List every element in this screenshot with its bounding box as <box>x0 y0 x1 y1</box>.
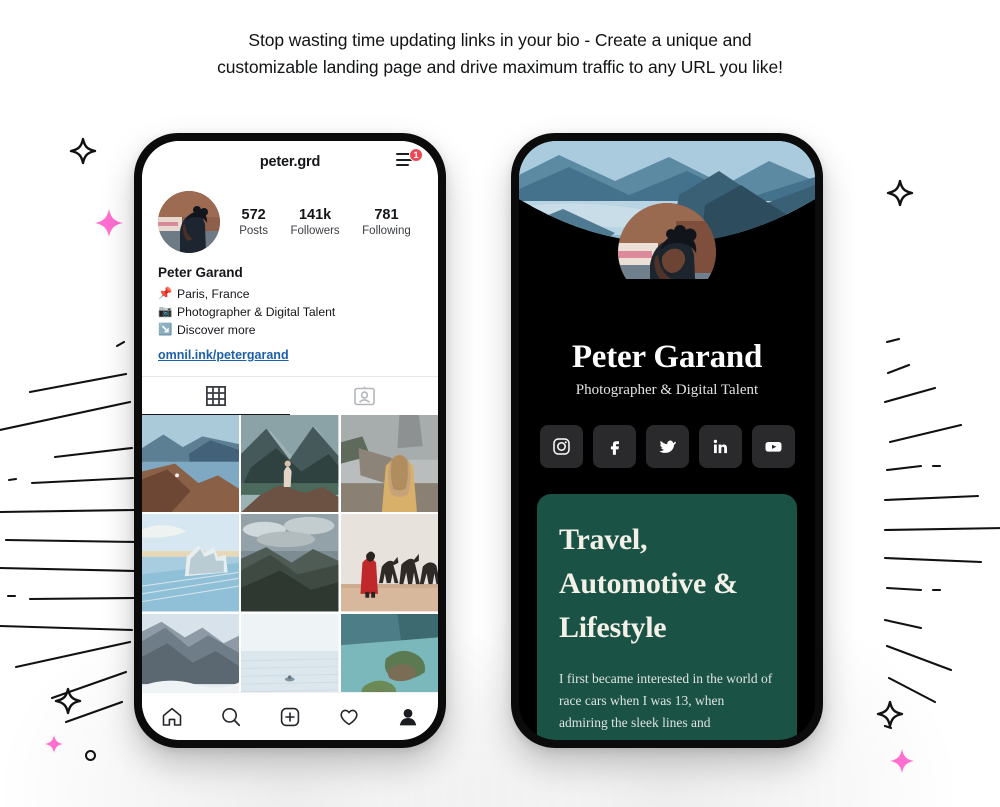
twitter-icon <box>659 440 676 453</box>
grid-photo[interactable] <box>241 514 339 612</box>
bio-line-role: 📷 Photographer & Digital Talent <box>158 303 422 321</box>
instagram-icon <box>552 438 570 455</box>
card-body: I first became interested in the world o… <box>559 671 773 730</box>
bio-line-location-text: Paris, France <box>177 287 250 301</box>
instagram-photo-grid <box>142 415 438 712</box>
bio-link[interactable]: omnil.ink/petergarand <box>158 348 422 362</box>
stat-following[interactable]: 781 Following <box>362 207 411 237</box>
bio-line-role-text: Photographer & Digital Talent <box>177 305 336 319</box>
notification-badge: 1 <box>409 148 423 162</box>
page-root: Stop wasting time updating links in your… <box>0 0 1000 807</box>
stat-following-label: Following <box>362 225 411 237</box>
social-link-instagram[interactable] <box>539 425 583 468</box>
hamburger-menu-icon[interactable]: 1 <box>396 148 423 173</box>
social-link-youtube[interactable] <box>751 425 795 468</box>
stat-posts[interactable]: 572 Posts <box>239 207 268 237</box>
activity-heart-icon[interactable] <box>338 706 360 728</box>
linkedin-icon <box>713 439 727 454</box>
sunburst-lines-right <box>883 337 1000 730</box>
grid-photo[interactable] <box>142 415 240 513</box>
profile-stats: 572 Posts 141k Followers 781 Following <box>220 207 422 237</box>
stat-posts-label: Posts <box>239 225 268 237</box>
bio-line-cta: ↘️ Discover more <box>158 321 422 339</box>
instagram-phone-mockup: peter.grd 1 572 Posts 141k Followers 781… <box>134 133 446 748</box>
grid-photo[interactable] <box>142 514 240 612</box>
stat-followers-label: Followers <box>290 225 340 237</box>
profile-name: Peter Garand <box>158 265 243 280</box>
hero-banner <box>519 141 815 279</box>
circle-outline-left <box>85 750 96 761</box>
page-headline: Stop wasting time updating links in your… <box>0 27 1000 81</box>
content-card[interactable]: Travel, Automotive & Lifestyle I first b… <box>537 494 797 740</box>
avatar[interactable] <box>618 203 716 279</box>
social-links-row <box>519 425 815 468</box>
card-heading: Travel, Automotive & Lifestyle <box>559 523 738 645</box>
social-link-linkedin[interactable] <box>698 425 742 468</box>
instagram-bottom-nav <box>142 692 438 740</box>
add-post-icon[interactable] <box>279 706 301 728</box>
instagram-tabs <box>142 376 438 415</box>
bio-line-cta-text: Discover more <box>177 323 256 337</box>
grid-photo[interactable] <box>241 415 339 513</box>
grid-photo[interactable] <box>340 415 438 513</box>
avatar[interactable] <box>158 191 220 253</box>
stat-followers-value: 141k <box>298 207 332 223</box>
stat-posts-value: 572 <box>241 207 266 223</box>
arrow-down-right-icon: ↘️ <box>158 324 173 336</box>
social-link-facebook[interactable] <box>592 425 636 468</box>
landing-page-screen: Peter Garand Photographer & Digital Tale… <box>519 141 815 740</box>
instagram-top-bar: peter.grd 1 <box>142 141 438 183</box>
facebook-icon <box>610 441 619 455</box>
tab-grid[interactable] <box>142 377 290 415</box>
camera-icon: 📷 <box>158 306 173 318</box>
grid-icon <box>206 385 226 406</box>
youtube-icon <box>765 442 781 452</box>
grid-photo[interactable] <box>340 514 438 612</box>
instagram-screen: peter.grd 1 572 Posts 141k Followers 781… <box>142 141 438 740</box>
home-icon[interactable] <box>161 706 183 728</box>
profile-icon[interactable] <box>397 706 419 728</box>
landing-page-phone-mockup: Peter Garand Photographer & Digital Tale… <box>511 133 823 748</box>
social-link-twitter[interactable] <box>645 425 689 468</box>
bio-line-location: 📌 Paris, France <box>158 285 422 303</box>
headline-line-2: customizable landing page and drive maxi… <box>217 57 783 77</box>
instagram-stats-row: 572 Posts 141k Followers 781 Following <box>142 183 438 253</box>
headline-line-1: Stop wasting time updating links in your… <box>248 30 752 50</box>
instagram-bio: Peter Garand 📌 Paris, France 📷 Photograp… <box>142 253 438 362</box>
decoration-right <box>845 130 1000 780</box>
search-icon[interactable] <box>220 706 242 728</box>
pin-icon: 📌 <box>158 288 173 300</box>
landing-page-tagline: Photographer & Digital Talent <box>575 382 759 398</box>
tab-tagged[interactable] <box>290 377 438 415</box>
stat-following-value: 781 <box>374 207 399 223</box>
landing-page-name: Peter Garand <box>571 339 763 375</box>
instagram-handle: peter.grd <box>259 154 321 170</box>
stat-followers[interactable]: 141k Followers <box>290 207 339 237</box>
tagged-person-icon <box>353 386 375 405</box>
